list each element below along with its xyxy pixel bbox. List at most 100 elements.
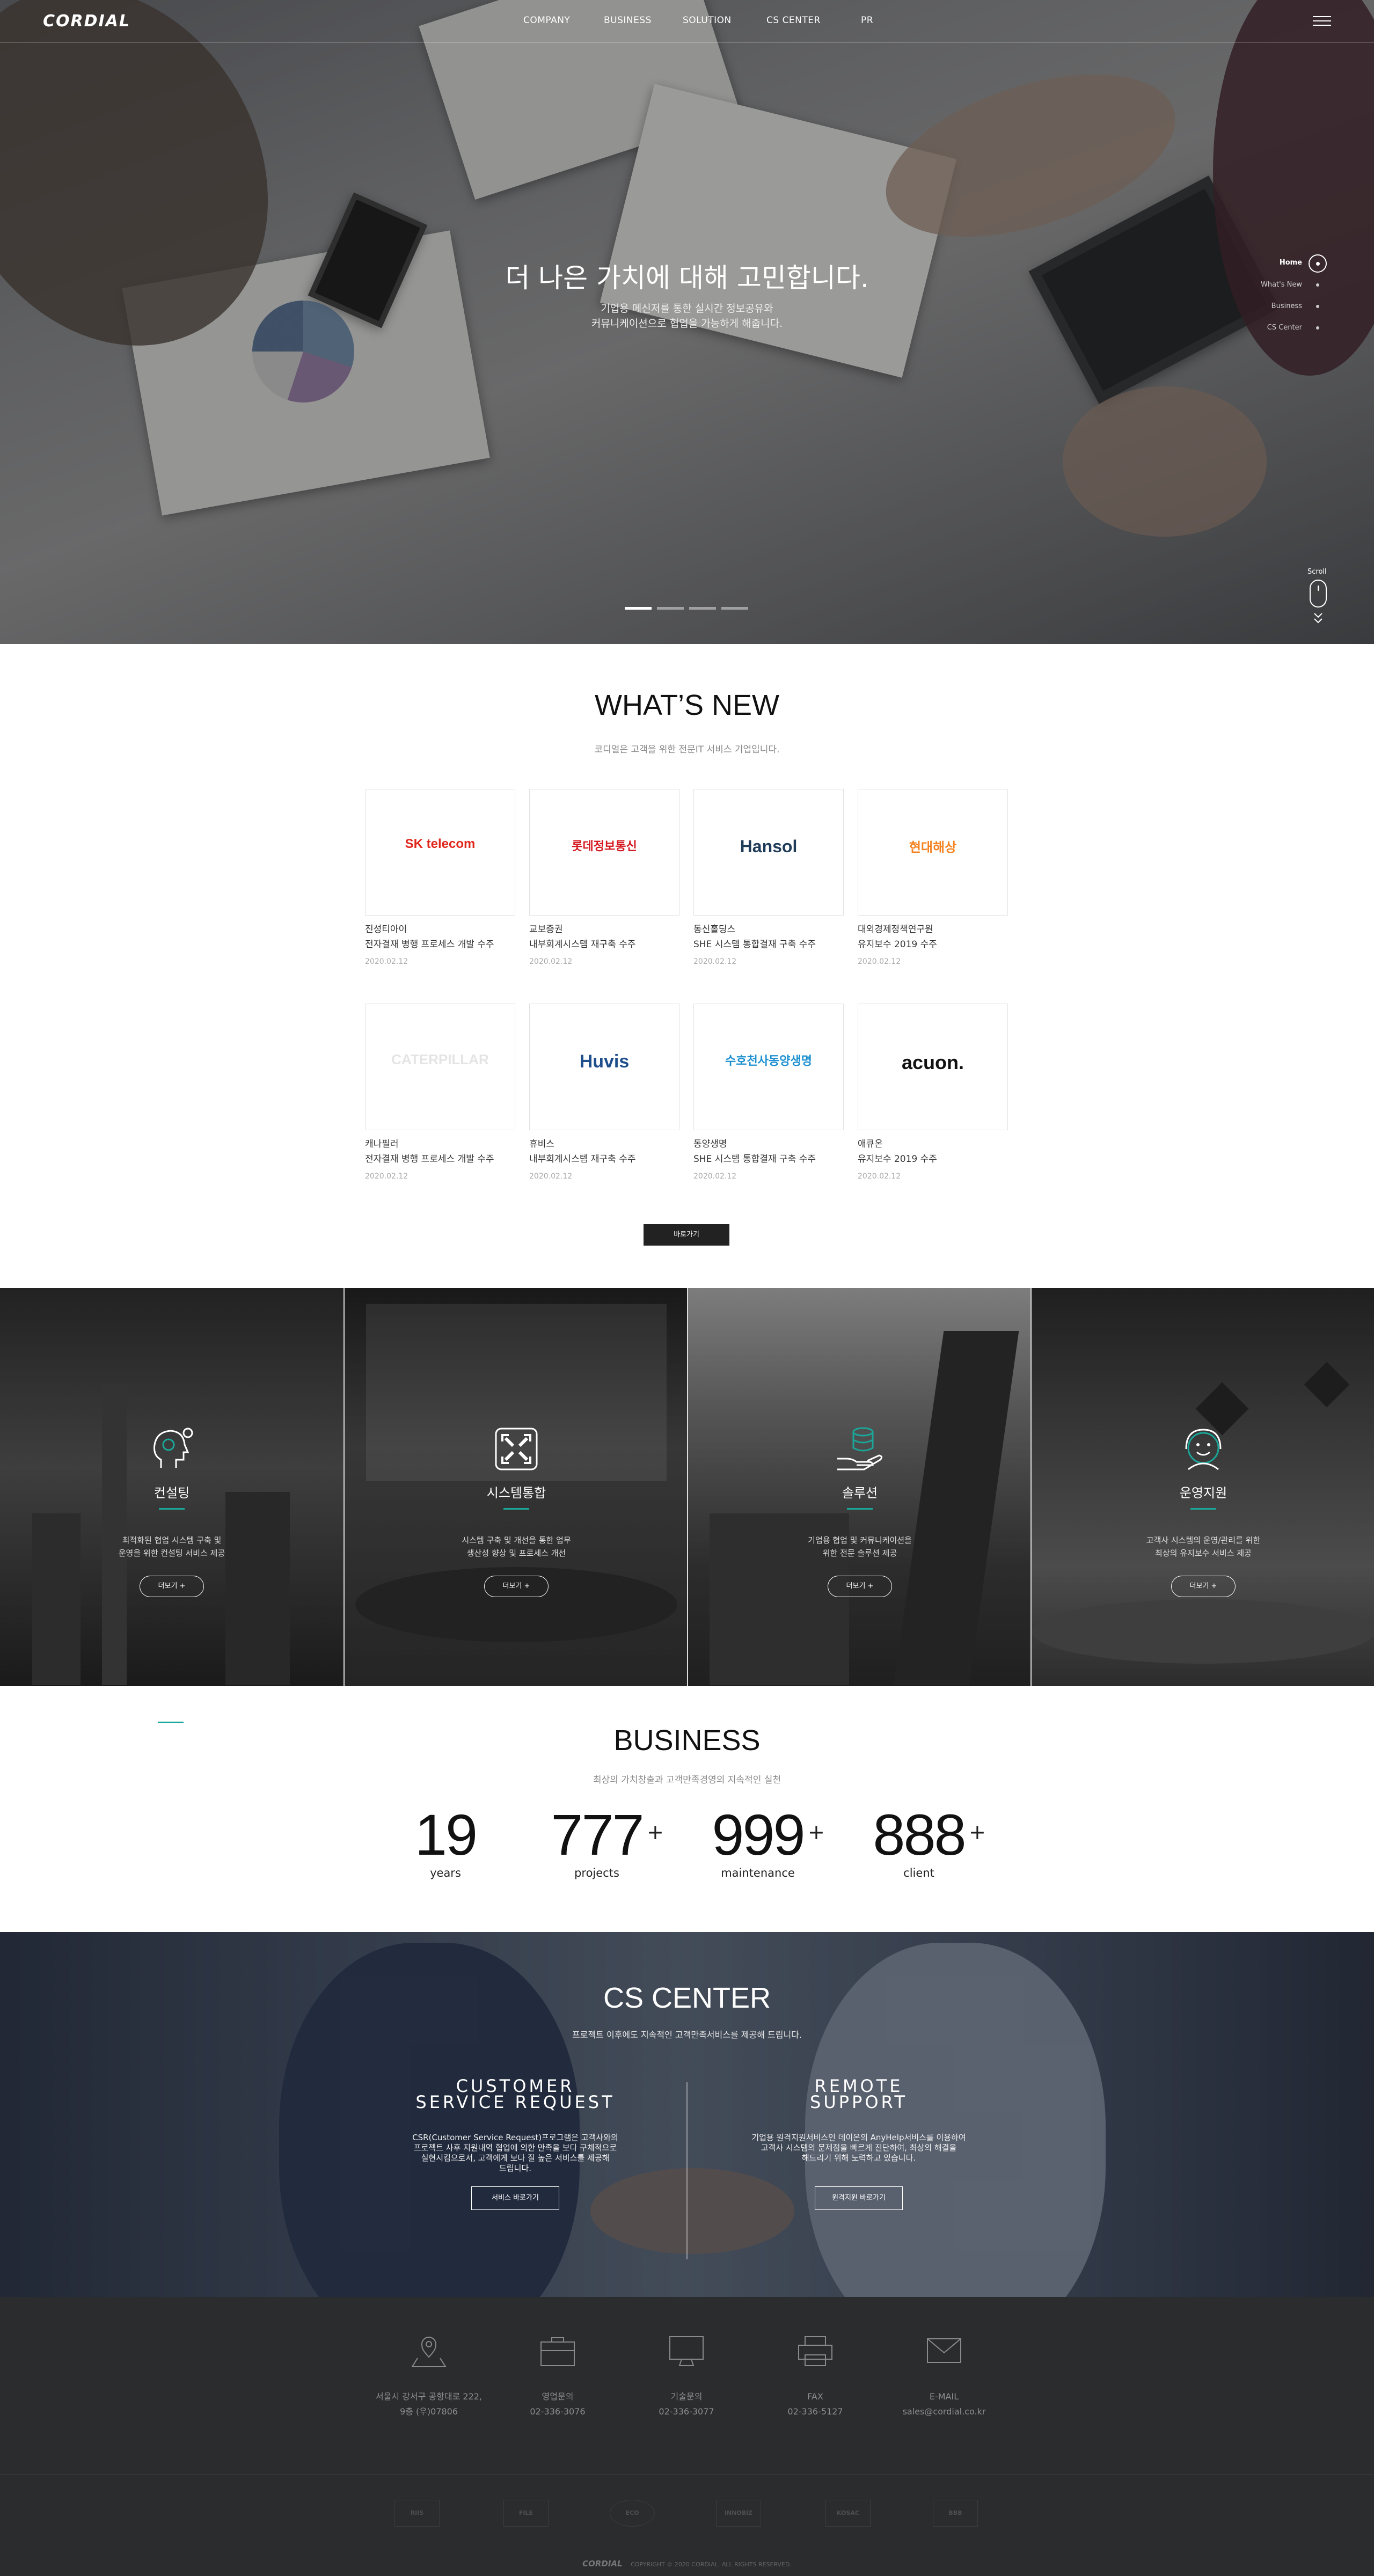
news-desc[interactable]: 유지보수 2019 수주 [858, 937, 937, 952]
remote-support-button[interactable]: 원격지원 바로가기 [815, 2186, 903, 2210]
stat-label: client [903, 1867, 934, 1879]
nav-company[interactable]: COMPANY [523, 15, 570, 26]
service-consulting[interactable]: 컨설팅 최적화된 협업 시스템 구축 및 운영을 위한 컨설팅 서비스 제공 더… [0, 1288, 344, 1686]
fax-number: 02-336-5127 [787, 2406, 843, 2417]
side-nav-home[interactable]: Home [1216, 259, 1302, 267]
sales-phone[interactable]: 02-336-3076 [493, 2404, 622, 2419]
stat-label: years [430, 1867, 461, 1879]
nav-cs-center[interactable]: CS CENTER [766, 15, 821, 26]
news-date: 2020.02.12 [365, 1172, 408, 1181]
news-card[interactable]: SK telecom [365, 789, 515, 916]
envelope-icon [925, 2334, 963, 2368]
news-desc[interactable]: 유지보수 2019 수주 [858, 1152, 937, 1167]
news-date: 2020.02.12 [365, 957, 408, 966]
slide-indicator[interactable] [689, 607, 716, 610]
email-address[interactable]: sales@cordial.co.kr [880, 2404, 1008, 2419]
hero-title: 더 나은 가치에 대해 고민합니다. [505, 262, 869, 294]
side-nav-active-ring[interactable] [1309, 254, 1327, 273]
logo[interactable]: CORDIAL [43, 12, 130, 31]
map-pin-icon [410, 2334, 448, 2368]
menu-icon[interactable] [1313, 16, 1331, 27]
hero-subtitle-1: 기업용 메신저를 통한 실시간 정보공유와 [601, 303, 773, 314]
service-more-label: 더보기 [502, 1582, 522, 1590]
service-desc-1: 최적화된 협업 시스템 구축 및 [122, 1535, 222, 1545]
slide-indicator[interactable] [721, 607, 748, 610]
service-more-label: 더보기 [1189, 1582, 1209, 1590]
side-nav-dot[interactable] [1316, 326, 1319, 330]
service-system-integration[interactable]: 시스템통합 시스템 구축 및 개선을 통한 업무 생산성 향상 및 프로세스 개… [344, 1288, 687, 1686]
side-nav-dot[interactable] [1316, 283, 1319, 287]
nav-pr[interactable]: PR [861, 15, 873, 26]
accent-line [1190, 1508, 1216, 1510]
huvis-logo: Huvis [579, 1051, 630, 1072]
news-company: 교보증권 [529, 924, 563, 935]
nav-business[interactable]: BUSINESS [604, 15, 652, 26]
news-card[interactable]: 수호천사동양생명 [693, 1004, 844, 1130]
whats-new-more-button[interactable]: 바로가기 [644, 1224, 729, 1246]
csr-desc-4: 드립니다. [499, 2163, 531, 2173]
news-company: 애큐온 [858, 1139, 883, 1150]
service-more-button[interactable]: 더보기 + [140, 1576, 204, 1597]
service-solution[interactable]: 솔루션 기업용 협업 및 커뮤니케이션을 위한 전문 솔루션 제공 더보기 + [687, 1288, 1030, 1686]
whats-new-subtitle: 코디얼은 고객을 위한 전문IT 서비스 기업입니다. [594, 744, 780, 755]
news-card[interactable]: acuon. [858, 1004, 1008, 1130]
news-company: 진성티아이 [365, 924, 407, 935]
side-nav-whats-new[interactable]: What's New [1216, 281, 1302, 289]
news-date: 2020.02.12 [529, 1172, 573, 1181]
slide-indicator[interactable] [657, 607, 684, 610]
email-label: E-MAIL [929, 2391, 959, 2402]
side-nav-dot[interactable] [1316, 305, 1319, 308]
news-desc[interactable]: 내부회계시스템 재구축 수주 [529, 937, 636, 952]
copyright-text: COPYRIGHT © 2020 CORDIAL. ALL RIGHTS RES… [631, 2561, 792, 2568]
accent-line [159, 1508, 185, 1510]
news-desc[interactable]: SHE 시스템 통합결재 구축 수주 [693, 937, 816, 952]
remote-desc-2: 고객사 시스템의 문제점을 빠르게 진단하여, 최상의 해결을 [761, 2143, 957, 2153]
hansol-logo: Hansol [740, 837, 798, 856]
news-card[interactable]: Huvis [529, 1004, 679, 1130]
news-card[interactable]: CATERPILLAR [365, 1004, 515, 1130]
service-name: 운영지원 [1179, 1485, 1227, 1501]
side-nav-cs-center[interactable]: CS Center [1216, 324, 1302, 332]
cs-divider [686, 2082, 688, 2259]
tech-phone[interactable]: 02-336-3077 [622, 2404, 751, 2419]
partner-logo: BBB [933, 2500, 978, 2527]
mouse-scroll-icon[interactable] [1310, 580, 1327, 608]
footer: 서울시 강서구 공항대로 222, 9층 (우)07806 영업문의 02-33… [0, 2297, 1374, 2576]
csr-desc-2: 프로젝트 사후 지원내역 협업에 의한 만족을 보다 구체적으로 [413, 2143, 617, 2153]
nav-solution[interactable]: SOLUTION [683, 15, 732, 26]
service-more-button[interactable]: 더보기 + [484, 1576, 549, 1597]
monitor-icon [668, 2334, 705, 2368]
news-desc[interactable]: 전자결재 병행 프로세스 개발 수주 [365, 1152, 494, 1167]
news-card[interactable]: 롯데정보통신 [529, 789, 679, 916]
service-more-button[interactable]: 더보기 + [1171, 1576, 1236, 1597]
service-name: 컨설팅 [154, 1485, 190, 1501]
stat-number: 777 [551, 1802, 644, 1867]
stat-number: 999 [712, 1802, 805, 1867]
service-request-button[interactable]: 서비스 바로가기 [471, 2186, 559, 2210]
service-operation-support[interactable]: 운영지원 고객사 시스템의 운영/관리를 위한 최상의 유지보수 서비스 제공 … [1030, 1288, 1374, 1686]
acuon-logo: acuon. [901, 1051, 964, 1073]
remote-desc-1: 기업용 원격지원서비스인 데이온의 AnyHelp서비스를 이용하여 [751, 2133, 966, 2142]
news-desc[interactable]: SHE 시스템 통합결재 구축 수주 [693, 1152, 816, 1167]
stat-plus: + [969, 1820, 986, 1844]
tongyang-life-logo: 수호천사동양생명 [725, 1054, 812, 1067]
service-desc-1: 고객사 시스템의 운영/관리를 위한 [1146, 1535, 1261, 1545]
news-desc[interactable]: 전자결재 병행 프로세스 개발 수주 [365, 937, 494, 952]
slide-indicator[interactable] [625, 607, 652, 610]
stat-number: 888 [873, 1802, 966, 1867]
partner-logo: INNOBIZ [716, 2500, 761, 2527]
stat-number: 19 [414, 1802, 478, 1867]
news-card[interactable]: 현대해상 [858, 789, 1008, 916]
news-desc[interactable]: 내부회계시스템 재구축 수주 [529, 1152, 636, 1167]
tech-label: 기술문의 [670, 2391, 703, 2402]
side-nav-business[interactable]: Business [1216, 302, 1302, 310]
service-desc-1: 시스템 구축 및 개선을 통한 업무 [462, 1535, 571, 1545]
service-more-button[interactable]: 더보기 + [828, 1576, 892, 1597]
business-title: BUSINESS [613, 1724, 761, 1757]
service-desc-2: 위한 전문 솔루션 제공 [822, 1548, 897, 1558]
remote-heading-2: SUPPORT [810, 2092, 908, 2112]
head-gear-icon [145, 1422, 199, 1476]
stat-plus: + [647, 1820, 664, 1844]
news-company: 동양생명 [693, 1139, 727, 1150]
news-card[interactable]: Hansol [693, 789, 844, 916]
